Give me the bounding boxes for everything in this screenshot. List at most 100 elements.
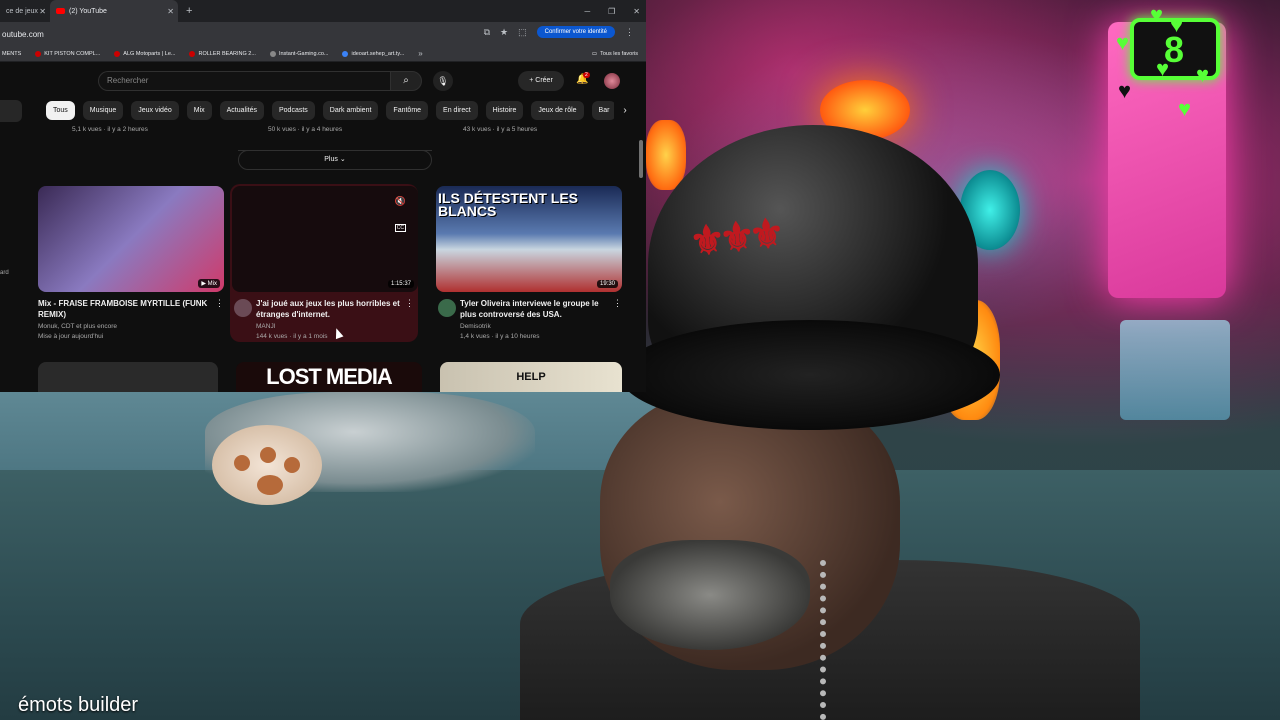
video-card[interactable]: ILS DÉTESTENT LES BLANCS 19:30 Tyler Oli… (436, 186, 624, 340)
identity-button[interactable]: Confirmer votre identité (536, 26, 615, 38)
channel-name[interactable]: Monuk, CDT et plus encore (38, 323, 212, 330)
video-stats: 1,4 k vues · il y a 10 heures (460, 333, 540, 340)
mute-icon[interactable]: 🔇 (395, 196, 406, 207)
category-chips: Tous Musique Jeux vidéo Mix Actualités P… (46, 101, 636, 121)
stream-frame: ⚜⚜⚜ 8 ♥ ♥ ♥ ♥ ♥ ♥ ♥ émots builder ce de … (0, 0, 1280, 720)
extensions-icon[interactable]: ⬚ (518, 27, 527, 38)
video-stats: 50 k vues · il y a 4 heures (268, 126, 343, 133)
heart-icon: ♥ (1150, 2, 1164, 27)
video-thumbnail[interactable]: ILS DÉTESTENT LES BLANCS 19:30 (436, 186, 622, 292)
bookmark-favicon-icon (189, 50, 196, 57)
address-bar-actions: ⧉ ★ ⬚ Confirmer votre identité ⋮ (484, 26, 634, 38)
bookmark-favicon-icon (114, 50, 121, 57)
video-thumbnail[interactable] (38, 362, 218, 392)
captions-icon[interactable]: CC (394, 224, 406, 232)
more-options-icon[interactable]: ⋮ (613, 298, 622, 309)
bookmark-item[interactable]: ROLLER BEARING 2... (189, 50, 256, 57)
chevron-right-icon[interactable]: › (614, 101, 636, 120)
chevron-down-icon: ⌄ (339, 156, 346, 163)
bookmark-favicon-icon (35, 50, 42, 57)
chip[interactable]: Actualités (219, 101, 264, 120)
video-card[interactable]: 🔇 CC 1:15:37 J'ai joué aux jeux les plus… (230, 184, 418, 342)
sidebar-stub (0, 100, 22, 122)
chip[interactable]: Podcasts (271, 101, 315, 120)
close-icon[interactable]: ✕ (39, 7, 46, 16)
person-beard (610, 540, 810, 650)
microphone-icon[interactable]: 🎙 (433, 71, 453, 91)
video-thumbnail[interactable]: 🔇 CC 1:15:37 (232, 186, 418, 292)
show-more-button[interactable]: Plus ⌄ (238, 150, 432, 170)
tab-strip: ce de jeux ✕ (2) YouTube ✕ + ─ ❐ ✕ (0, 0, 646, 22)
chip[interactable]: Tous (46, 101, 75, 120)
orange-lamp-left (646, 120, 686, 190)
channel-avatar[interactable] (438, 299, 456, 317)
tab-youtube[interactable]: (2) YouTube ✕ (50, 0, 178, 22)
heart-icon: ♥ (1116, 30, 1130, 55)
bookmark-item[interactable]: Instant-Gaming.co... (269, 50, 328, 57)
address-bar[interactable]: outube.com ⧉ ★ ⬚ Confirmer votre identit… (0, 22, 646, 46)
channel-name[interactable]: MANJI (256, 323, 402, 330)
install-icon[interactable]: ⧉ (484, 27, 490, 38)
chip[interactable]: En direct (436, 101, 478, 120)
video-stats: 144 k vues · il y a 1 mois (256, 333, 328, 340)
channel-name[interactable]: Demisotrik (460, 323, 610, 330)
new-tab-icon[interactable]: + (186, 5, 192, 17)
bookmarks-overflow-icon[interactable]: » (418, 49, 422, 58)
video-stats: 43 k vues · il y a 5 heures (463, 126, 538, 133)
chip[interactable]: Musique (82, 101, 124, 120)
chip[interactable]: Jeux vidéo (131, 101, 179, 120)
scrollbar[interactable] (639, 140, 643, 178)
necklace (820, 560, 870, 720)
video-thumbnail[interactable]: ▶ Mix (38, 186, 224, 292)
bookmarks-bar: MENTS KIT PISTON COMPL... ALG Motoparts … (0, 46, 646, 62)
tab-label: ce de jeux (6, 7, 38, 15)
folder-icon: ▭ (591, 50, 598, 57)
bookmark-item[interactable]: ideoart.sehep_art.ty... (342, 50, 404, 57)
chip[interactable]: Fantôme (386, 101, 429, 120)
video-stats: 5,1 k vues · il y a 2 heures (72, 126, 148, 133)
close-icon[interactable]: ✕ (167, 7, 174, 16)
video-duration: 19:30 (596, 280, 618, 288)
hat-brim (620, 320, 1000, 430)
background-cabinet (1120, 320, 1230, 420)
url-text[interactable]: outube.com (2, 30, 44, 39)
minimize-icon[interactable]: ─ (584, 7, 590, 16)
chip[interactable]: Mix (186, 101, 212, 120)
video-title[interactable]: J'ai joué aux jeux les plus horribles et… (256, 298, 402, 320)
video-thumbnail[interactable]: HELP (440, 362, 622, 392)
youtube-favicon-icon (56, 8, 65, 14)
mix-badge: ▶ Mix (198, 279, 220, 288)
tab-inactive[interactable]: ce de jeux ✕ (0, 0, 50, 22)
close-window-icon[interactable]: ✕ (633, 7, 640, 16)
bookmark-item[interactable]: KIT PISTON COMPL... (35, 50, 100, 57)
plush-paw (212, 425, 322, 505)
more-options-icon[interactable]: ⋮ (405, 298, 414, 309)
video-title[interactable]: Tyler Oliveira interviewe le groupe le p… (460, 298, 610, 320)
window-controls: ─ ❐ ✕ (584, 0, 640, 22)
video-card[interactable]: ▶ Mix Mix - FRAISE FRAMBOISE MYRTILLE (F… (38, 186, 226, 340)
maximize-icon[interactable]: ❐ (608, 7, 615, 16)
video-meta: J'ai joué aux jeux les plus horribles et… (232, 298, 416, 340)
all-bookmarks[interactable]: ▭ Tous les favoris (592, 51, 638, 57)
sidebar-clipped-text: ard (0, 270, 9, 276)
overlay-caption: émots builder (18, 694, 139, 716)
avatar[interactable] (604, 73, 620, 89)
chip[interactable]: Dark ambient (322, 101, 379, 120)
tab-label: (2) YouTube (69, 7, 107, 15)
chip[interactable]: Jeux de rôle (531, 101, 584, 120)
channel-avatar[interactable] (234, 299, 252, 317)
bookmark-item[interactable]: ALG Motoparts | Le... (114, 50, 175, 57)
heart-icon: ♥ (1178, 96, 1192, 121)
star-icon[interactable]: ★ (500, 27, 508, 38)
search-input[interactable]: Rechercher (98, 71, 390, 91)
video-title[interactable]: Mix - FRAISE FRAMBOISE MYRTILLE (FUNK RE… (38, 298, 212, 320)
menu-kebab-icon[interactable]: ⋮ (625, 27, 634, 38)
search-icon[interactable]: ⌕ (390, 71, 422, 91)
video-duration: 1:15:37 (387, 280, 414, 288)
create-button[interactable]: + Créer (518, 71, 564, 91)
chip[interactable]: Histoire (485, 101, 524, 120)
chip[interactable]: Bar (591, 101, 617, 120)
bookmark-item[interactable]: MENTS (2, 51, 21, 57)
video-thumbnail[interactable]: LOST MEDIA (236, 362, 422, 392)
more-options-icon[interactable]: ⋮ (215, 298, 224, 309)
